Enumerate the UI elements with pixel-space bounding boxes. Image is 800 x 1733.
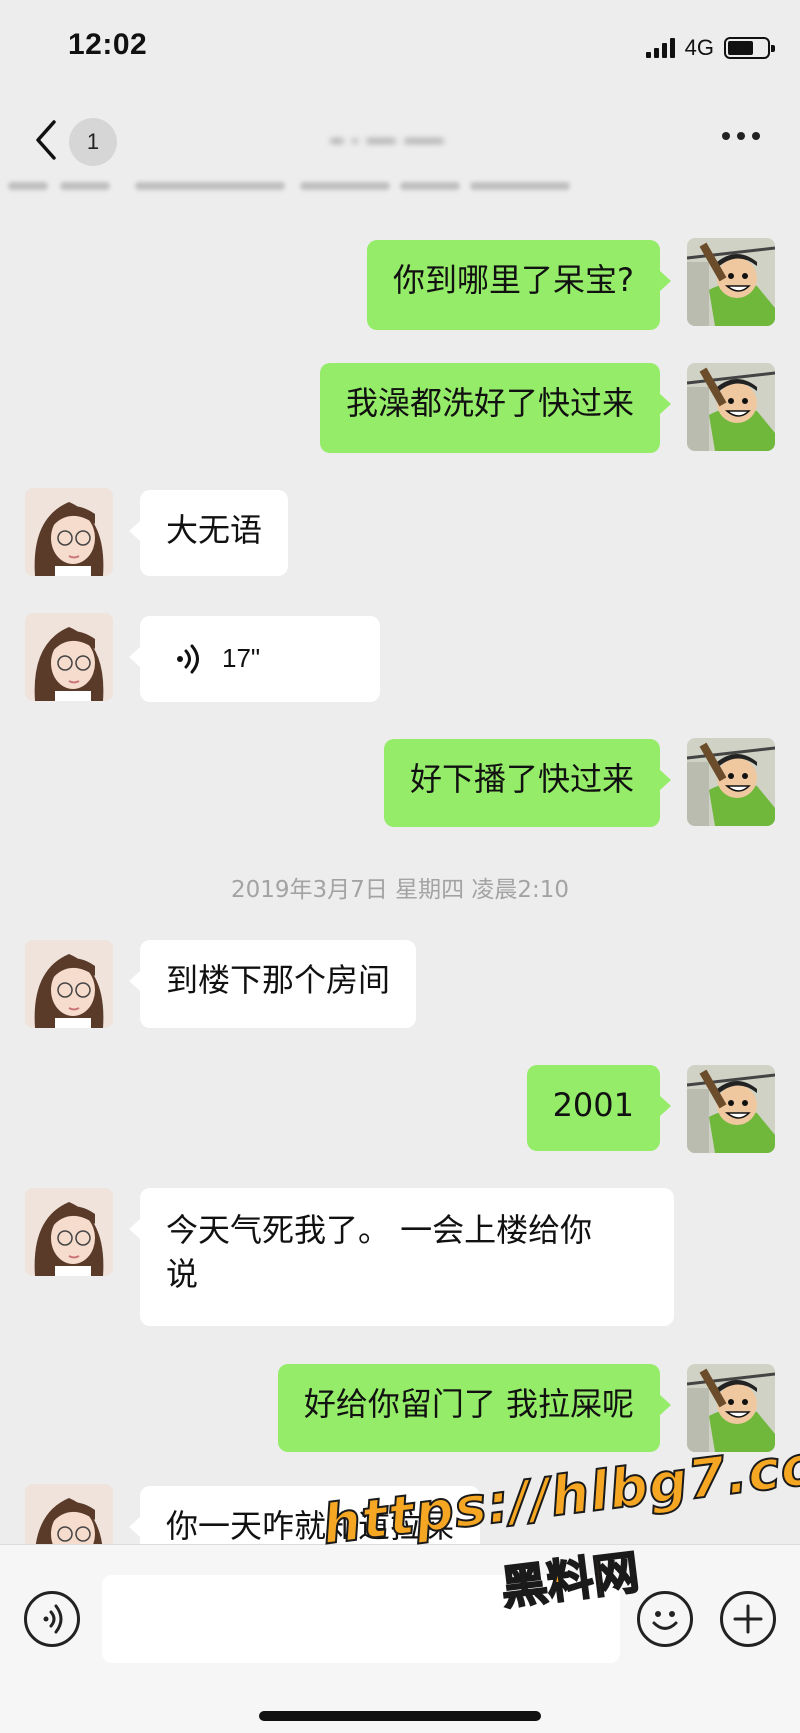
- message-row-other: 17": [0, 544, 800, 702]
- chevron-left-icon: [36, 120, 56, 160]
- unread-badge[interactable]: 1: [69, 118, 117, 166]
- plus-icon: [733, 1604, 763, 1634]
- contact-avatar[interactable]: [25, 1484, 113, 1544]
- message-text: 好下播了快过来: [409, 760, 634, 798]
- contact-avatar[interactable]: [25, 1188, 113, 1276]
- message-text: 好给你留门了 我拉屎呢: [303, 1385, 634, 1423]
- message-row-other: 今天气死我了。 一会上楼给你 说: [0, 1164, 800, 1326]
- status-time: 12:02: [68, 28, 148, 61]
- my-avatar[interactable]: [687, 1364, 775, 1452]
- message-row-other: 大无语: [0, 424, 800, 576]
- status-bar: 12:02 4G: [0, 0, 800, 96]
- message-input[interactable]: [102, 1575, 620, 1663]
- message-text: 说: [166, 1255, 199, 1293]
- voice-input-button[interactable]: [24, 1591, 80, 1647]
- status-indicators: 4G: [645, 32, 775, 64]
- message-bubble[interactable]: 今天气死我了。 一会上楼给你 说: [129, 1188, 674, 1326]
- signal-icon: [645, 38, 675, 58]
- message-row-me: 好下播了快过来: [0, 664, 800, 827]
- chat-header: [0, 96, 800, 184]
- more-functions-button[interactable]: [720, 1591, 776, 1647]
- girl-avatar-icon: [25, 1188, 113, 1276]
- message-row-me: 2001: [0, 1044, 800, 1164]
- message-row-me: 你到哪里了呆宝?: [0, 184, 800, 330]
- input-bar: [0, 1544, 800, 1733]
- cartoon-avatar-icon: [687, 738, 775, 826]
- voice-icon: [43, 1604, 63, 1634]
- battery-icon: [724, 37, 775, 59]
- emoji-button[interactable]: [637, 1591, 693, 1647]
- message-bubble[interactable]: 好给你留门了 我拉屎呢: [277, 1364, 672, 1452]
- girl-avatar-icon: [25, 940, 113, 1028]
- message-bubble[interactable]: 到楼下那个房间: [128, 940, 417, 1028]
- message-text: 你到哪里了呆宝?: [393, 261, 634, 299]
- my-avatar[interactable]: [687, 1065, 775, 1153]
- emoji-icon: [652, 1611, 678, 1630]
- message-row-other: 你一天咋就知道拉屎: [0, 1484, 800, 1544]
- cartoon-avatar-icon: [687, 1065, 775, 1153]
- message-text: 你一天咋就知道拉屎: [166, 1507, 455, 1544]
- message-text: 今天气死我了。 一会上楼给你: [166, 1211, 593, 1249]
- message-bubble[interactable]: 好下播了快过来: [383, 739, 672, 827]
- my-avatar[interactable]: [687, 738, 775, 826]
- cartoon-avatar-icon: [687, 1364, 775, 1452]
- contact-avatar[interactable]: [25, 940, 113, 1028]
- message-row-other: 到楼下那个房间: [0, 924, 800, 1044]
- home-indicator[interactable]: [259, 1711, 541, 1721]
- girl-avatar-icon: [25, 1484, 113, 1544]
- message-text: 我澡都洗好了快过来: [345, 384, 634, 422]
- message-text: 到楼下那个房间: [166, 961, 391, 999]
- network-type: 4G: [684, 35, 714, 60]
- message-bubble[interactable]: 2001: [526, 1065, 672, 1151]
- message-bubble[interactable]: 你一天咋就知道拉屎: [128, 1486, 481, 1544]
- chat-messages[interactable]: 你到哪里了呆宝? 我澡都洗好了快过来 大无语 17" 好下播了快过来 2019年…: [0, 184, 800, 1544]
- message-row-me: 我澡都洗好了快过来: [0, 304, 800, 453]
- contact-name-blurred: [330, 126, 480, 156]
- more-dots-icon: [722, 132, 730, 140]
- time-divider: 2019年3月7日 星期四 凌晨2:10: [230, 877, 570, 903]
- back-button[interactable]: [28, 116, 64, 164]
- message-row-me: 好给你留门了 我拉屎呢: [0, 1324, 800, 1452]
- message-text: 2001: [552, 1086, 634, 1124]
- more-button[interactable]: [722, 132, 760, 140]
